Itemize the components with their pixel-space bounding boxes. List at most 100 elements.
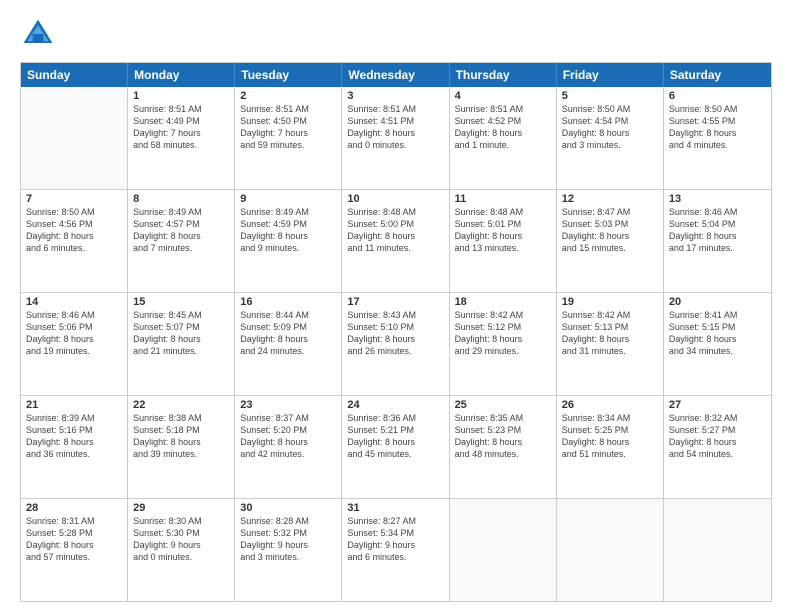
calendar-header: SundayMondayTuesdayWednesdayThursdayFrid… xyxy=(21,63,771,87)
calendar-cell: 2Sunrise: 8:51 AMSunset: 4:50 PMDaylight… xyxy=(235,87,342,189)
calendar-cell xyxy=(450,499,557,601)
weekday-header-thursday: Thursday xyxy=(450,63,557,87)
day-number: 21 xyxy=(26,399,122,411)
day-info: Sunrise: 8:37 AMSunset: 5:20 PMDaylight:… xyxy=(240,412,336,461)
day-number: 26 xyxy=(562,399,658,411)
day-number: 31 xyxy=(347,502,443,514)
calendar-cell: 27Sunrise: 8:32 AMSunset: 5:27 PMDayligh… xyxy=(664,396,771,498)
day-info: Sunrise: 8:48 AMSunset: 5:01 PMDaylight:… xyxy=(455,206,551,255)
calendar-cell: 20Sunrise: 8:41 AMSunset: 5:15 PMDayligh… xyxy=(664,293,771,395)
day-number: 2 xyxy=(240,90,336,102)
calendar: SundayMondayTuesdayWednesdayThursdayFrid… xyxy=(20,62,772,602)
day-info: Sunrise: 8:47 AMSunset: 5:03 PMDaylight:… xyxy=(562,206,658,255)
calendar-cell: 21Sunrise: 8:39 AMSunset: 5:16 PMDayligh… xyxy=(21,396,128,498)
day-number: 13 xyxy=(669,193,766,205)
day-number: 19 xyxy=(562,296,658,308)
day-info: Sunrise: 8:50 AMSunset: 4:55 PMDaylight:… xyxy=(669,103,766,152)
day-number: 16 xyxy=(240,296,336,308)
day-info: Sunrise: 8:45 AMSunset: 5:07 PMDaylight:… xyxy=(133,309,229,358)
calendar-cell xyxy=(21,87,128,189)
day-info: Sunrise: 8:38 AMSunset: 5:18 PMDaylight:… xyxy=(133,412,229,461)
day-number: 18 xyxy=(455,296,551,308)
day-number: 10 xyxy=(347,193,443,205)
calendar-cell: 25Sunrise: 8:35 AMSunset: 5:23 PMDayligh… xyxy=(450,396,557,498)
day-info: Sunrise: 8:49 AMSunset: 4:57 PMDaylight:… xyxy=(133,206,229,255)
day-number: 9 xyxy=(240,193,336,205)
day-info: Sunrise: 8:51 AMSunset: 4:52 PMDaylight:… xyxy=(455,103,551,152)
generalblue-icon xyxy=(20,16,56,52)
calendar-row-2: 7Sunrise: 8:50 AMSunset: 4:56 PMDaylight… xyxy=(21,189,771,292)
calendar-cell: 23Sunrise: 8:37 AMSunset: 5:20 PMDayligh… xyxy=(235,396,342,498)
calendar-cell: 19Sunrise: 8:42 AMSunset: 5:13 PMDayligh… xyxy=(557,293,664,395)
day-info: Sunrise: 8:43 AMSunset: 5:10 PMDaylight:… xyxy=(347,309,443,358)
day-number: 3 xyxy=(347,90,443,102)
day-number: 8 xyxy=(133,193,229,205)
calendar-cell: 12Sunrise: 8:47 AMSunset: 5:03 PMDayligh… xyxy=(557,190,664,292)
calendar-row-1: 1Sunrise: 8:51 AMSunset: 4:49 PMDaylight… xyxy=(21,87,771,189)
day-number: 5 xyxy=(562,90,658,102)
calendar-cell: 17Sunrise: 8:43 AMSunset: 5:10 PMDayligh… xyxy=(342,293,449,395)
calendar-cell: 3Sunrise: 8:51 AMSunset: 4:51 PMDaylight… xyxy=(342,87,449,189)
calendar-cell: 29Sunrise: 8:30 AMSunset: 5:30 PMDayligh… xyxy=(128,499,235,601)
calendar-cell: 28Sunrise: 8:31 AMSunset: 5:28 PMDayligh… xyxy=(21,499,128,601)
day-number: 23 xyxy=(240,399,336,411)
day-info: Sunrise: 8:50 AMSunset: 4:56 PMDaylight:… xyxy=(26,206,122,255)
calendar-cell: 9Sunrise: 8:49 AMSunset: 4:59 PMDaylight… xyxy=(235,190,342,292)
calendar-cell: 14Sunrise: 8:46 AMSunset: 5:06 PMDayligh… xyxy=(21,293,128,395)
day-info: Sunrise: 8:36 AMSunset: 5:21 PMDaylight:… xyxy=(347,412,443,461)
calendar-cell: 26Sunrise: 8:34 AMSunset: 5:25 PMDayligh… xyxy=(557,396,664,498)
logo xyxy=(20,16,60,52)
header xyxy=(20,16,772,52)
day-number: 12 xyxy=(562,193,658,205)
day-number: 28 xyxy=(26,502,122,514)
day-number: 22 xyxy=(133,399,229,411)
calendar-cell xyxy=(664,499,771,601)
weekday-header-saturday: Saturday xyxy=(664,63,771,87)
day-number: 14 xyxy=(26,296,122,308)
calendar-cell: 31Sunrise: 8:27 AMSunset: 5:34 PMDayligh… xyxy=(342,499,449,601)
weekday-header-sunday: Sunday xyxy=(21,63,128,87)
day-info: Sunrise: 8:46 AMSunset: 5:04 PMDaylight:… xyxy=(669,206,766,255)
calendar-row-5: 28Sunrise: 8:31 AMSunset: 5:28 PMDayligh… xyxy=(21,498,771,601)
day-info: Sunrise: 8:41 AMSunset: 5:15 PMDaylight:… xyxy=(669,309,766,358)
day-info: Sunrise: 8:39 AMSunset: 5:16 PMDaylight:… xyxy=(26,412,122,461)
day-number: 17 xyxy=(347,296,443,308)
day-info: Sunrise: 8:28 AMSunset: 5:32 PMDaylight:… xyxy=(240,515,336,564)
calendar-cell: 30Sunrise: 8:28 AMSunset: 5:32 PMDayligh… xyxy=(235,499,342,601)
day-info: Sunrise: 8:35 AMSunset: 5:23 PMDaylight:… xyxy=(455,412,551,461)
calendar-body: 1Sunrise: 8:51 AMSunset: 4:49 PMDaylight… xyxy=(21,87,771,601)
calendar-cell: 7Sunrise: 8:50 AMSunset: 4:56 PMDaylight… xyxy=(21,190,128,292)
weekday-header-monday: Monday xyxy=(128,63,235,87)
day-number: 7 xyxy=(26,193,122,205)
day-info: Sunrise: 8:51 AMSunset: 4:50 PMDaylight:… xyxy=(240,103,336,152)
day-info: Sunrise: 8:27 AMSunset: 5:34 PMDaylight:… xyxy=(347,515,443,564)
page: SundayMondayTuesdayWednesdayThursdayFrid… xyxy=(0,0,792,612)
day-number: 27 xyxy=(669,399,766,411)
day-number: 29 xyxy=(133,502,229,514)
day-number: 24 xyxy=(347,399,443,411)
calendar-cell: 5Sunrise: 8:50 AMSunset: 4:54 PMDaylight… xyxy=(557,87,664,189)
calendar-cell xyxy=(557,499,664,601)
day-number: 4 xyxy=(455,90,551,102)
day-number: 25 xyxy=(455,399,551,411)
day-number: 11 xyxy=(455,193,551,205)
day-info: Sunrise: 8:42 AMSunset: 5:13 PMDaylight:… xyxy=(562,309,658,358)
calendar-cell: 13Sunrise: 8:46 AMSunset: 5:04 PMDayligh… xyxy=(664,190,771,292)
calendar-row-3: 14Sunrise: 8:46 AMSunset: 5:06 PMDayligh… xyxy=(21,292,771,395)
calendar-cell: 8Sunrise: 8:49 AMSunset: 4:57 PMDaylight… xyxy=(128,190,235,292)
day-info: Sunrise: 8:49 AMSunset: 4:59 PMDaylight:… xyxy=(240,206,336,255)
calendar-cell: 24Sunrise: 8:36 AMSunset: 5:21 PMDayligh… xyxy=(342,396,449,498)
calendar-cell: 10Sunrise: 8:48 AMSunset: 5:00 PMDayligh… xyxy=(342,190,449,292)
weekday-header-wednesday: Wednesday xyxy=(342,63,449,87)
day-info: Sunrise: 8:32 AMSunset: 5:27 PMDaylight:… xyxy=(669,412,766,461)
calendar-row-4: 21Sunrise: 8:39 AMSunset: 5:16 PMDayligh… xyxy=(21,395,771,498)
day-info: Sunrise: 8:42 AMSunset: 5:12 PMDaylight:… xyxy=(455,309,551,358)
day-info: Sunrise: 8:50 AMSunset: 4:54 PMDaylight:… xyxy=(562,103,658,152)
calendar-cell: 11Sunrise: 8:48 AMSunset: 5:01 PMDayligh… xyxy=(450,190,557,292)
day-number: 20 xyxy=(669,296,766,308)
day-number: 6 xyxy=(669,90,766,102)
weekday-header-tuesday: Tuesday xyxy=(235,63,342,87)
weekday-header-friday: Friday xyxy=(557,63,664,87)
calendar-cell: 4Sunrise: 8:51 AMSunset: 4:52 PMDaylight… xyxy=(450,87,557,189)
day-number: 1 xyxy=(133,90,229,102)
